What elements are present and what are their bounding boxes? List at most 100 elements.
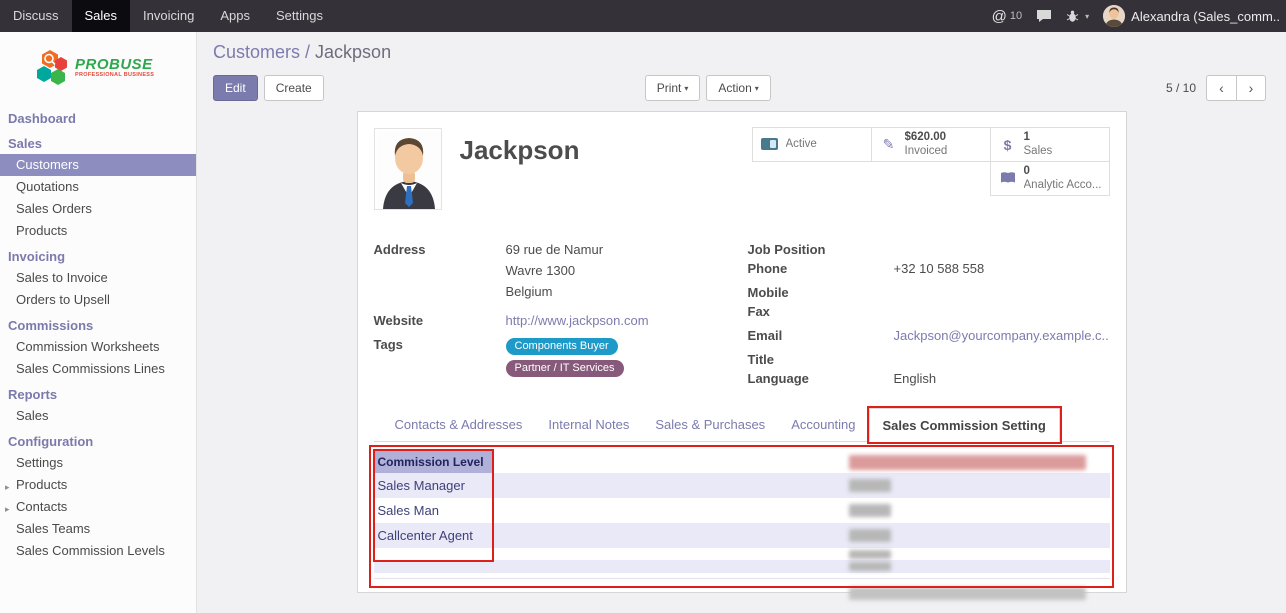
website-link[interactable]: http://www.jackpson.com bbox=[506, 313, 649, 328]
stat-sales-button[interactable]: $ 1 Sales bbox=[990, 127, 1110, 162]
tab-internal-notes[interactable]: Internal Notes bbox=[535, 408, 642, 441]
tab-sales-commission-setting[interactable]: Sales Commission Setting bbox=[869, 408, 1060, 442]
sidebar-item-orders-to-upsell[interactable]: Orders to Upsell bbox=[0, 289, 196, 311]
sidebar-section-reports: Reports bbox=[0, 380, 196, 405]
main-content: Customers / Jackpson Edit Create Print▾ … bbox=[197, 32, 1286, 613]
sidebar-item-sales-orders[interactable]: Sales Orders bbox=[0, 198, 196, 220]
stat-label: Analytic Acco... bbox=[1024, 179, 1102, 193]
stat-invoiced-button[interactable]: ✎ $620.00 Invoiced bbox=[871, 127, 991, 162]
bug-icon bbox=[1066, 10, 1079, 23]
caret-down-icon: ▾ bbox=[755, 84, 759, 93]
caret-down-icon: ▾ bbox=[1085, 12, 1089, 21]
control-panel: Customers / Jackpson Edit Create Print▾ … bbox=[197, 32, 1286, 101]
sidebar-item-config-contacts[interactable]: ▸ Contacts bbox=[0, 496, 196, 518]
address-value: 69 rue de Namur Wavre 1300 Belgium bbox=[506, 242, 604, 305]
sidebar-section-invoicing: Invoicing bbox=[0, 242, 196, 267]
email-label: Email bbox=[748, 328, 894, 344]
chevron-left-icon: ‹ bbox=[1219, 80, 1224, 96]
sidebar-item-reports-sales[interactable]: Sales bbox=[0, 405, 196, 427]
address-line: Wavre 1300 bbox=[506, 263, 604, 279]
sidebar-item-settings[interactable]: Settings bbox=[0, 452, 196, 474]
caret-down-icon: ▾ bbox=[684, 84, 688, 93]
logo-text: PROBUSE PROFESSIONAL BUSINESS bbox=[75, 57, 154, 78]
phone-label: Phone bbox=[748, 261, 894, 277]
breadcrumb: Customers / Jackpson bbox=[213, 42, 1266, 63]
sidebar-item-quotations[interactable]: Quotations bbox=[0, 176, 196, 198]
sidebar-item-sales-commissions-lines[interactable]: Sales Commissions Lines bbox=[0, 358, 196, 380]
edit-button[interactable]: Edit bbox=[213, 75, 258, 101]
debug-menu-button[interactable]: ▾ bbox=[1066, 10, 1089, 23]
sidebar-item-sales-teams[interactable]: Sales Teams bbox=[0, 518, 196, 540]
sidebar-section-commissions: Commissions bbox=[0, 311, 196, 336]
field-grid: Address 69 rue de Namur Wavre 1300 Belgi… bbox=[374, 242, 1110, 390]
app-logo[interactable]: PROBUSE PROFESSIONAL BUSINESS bbox=[0, 32, 196, 92]
pager: 5 / 10 ‹ › bbox=[1166, 75, 1266, 101]
expand-arrow-icon: ▸ bbox=[5, 479, 10, 495]
breadcrumb-customers-link[interactable]: Customers / bbox=[213, 42, 315, 62]
field-column-right: Job Position Phone +32 10 588 558 Mobile bbox=[742, 242, 1110, 390]
action-group: Print▾ Action▾ bbox=[645, 75, 771, 101]
print-dropdown[interactable]: Print▾ bbox=[645, 75, 701, 101]
sidebar-section-configuration: Configuration bbox=[0, 427, 196, 452]
title-label: Title bbox=[748, 352, 894, 368]
record-title: Jackpson bbox=[460, 135, 580, 220]
chat-bubble-icon bbox=[1036, 9, 1052, 23]
tab-contacts-addresses[interactable]: Contacts & Addresses bbox=[382, 408, 536, 441]
field-column-left: Address 69 rue de Namur Wavre 1300 Belgi… bbox=[374, 242, 742, 390]
table-row-empty bbox=[374, 548, 1110, 560]
table-row-callcenter-agent[interactable]: Callcenter Agent bbox=[374, 523, 1110, 548]
user-menu[interactable]: Alexandra (Sales_comm.. bbox=[1103, 5, 1280, 27]
redacted-value bbox=[849, 529, 891, 542]
commission-level-cell: Callcenter Agent bbox=[374, 528, 849, 543]
messages-button[interactable] bbox=[1036, 9, 1052, 23]
address-line: 69 rue de Namur bbox=[506, 242, 604, 258]
menu-settings[interactable]: Settings bbox=[263, 0, 336, 32]
sidebar-item-products[interactable]: Products bbox=[0, 220, 196, 242]
tab-accounting[interactable]: Accounting bbox=[778, 408, 868, 441]
stat-value: 1 bbox=[1024, 131, 1053, 145]
stat-analytic-accounts-button[interactable]: 0 Analytic Acco... bbox=[990, 161, 1110, 196]
table-row-sales-manager[interactable]: Sales Manager bbox=[374, 473, 1110, 498]
menu-invoicing[interactable]: Invoicing bbox=[130, 0, 207, 32]
menu-discuss[interactable]: Discuss bbox=[0, 0, 72, 32]
chevron-right-icon: › bbox=[1249, 80, 1254, 96]
stat-active-button[interactable]: Active bbox=[752, 127, 872, 162]
redacted-value bbox=[849, 479, 891, 492]
sidebar-item-customers[interactable]: Customers bbox=[0, 154, 196, 176]
table-row-sales-man[interactable]: Sales Man bbox=[374, 498, 1110, 523]
logo-subtitle: PROFESSIONAL BUSINESS bbox=[75, 72, 154, 78]
pager-previous-button[interactable]: ‹ bbox=[1206, 75, 1236, 101]
sidebar-item-config-products[interactable]: ▸ Products bbox=[0, 474, 196, 496]
button-row: Edit Create Print▾ Action▾ 5 / 10 ‹ › bbox=[213, 74, 1266, 101]
create-button[interactable]: Create bbox=[264, 75, 324, 101]
user-avatar bbox=[1103, 5, 1125, 27]
expand-arrow-icon: ▸ bbox=[5, 501, 10, 517]
breadcrumb-current: Jackpson bbox=[315, 42, 391, 62]
language-label: Language bbox=[748, 371, 894, 387]
tab-sales-purchases[interactable]: Sales & Purchases bbox=[642, 408, 778, 441]
pager-counter: 5 / 10 bbox=[1166, 81, 1196, 95]
sidebar-item-label: Contacts bbox=[16, 499, 67, 514]
address-label: Address bbox=[374, 242, 506, 305]
column-header-commission-level: Commission Level bbox=[374, 451, 493, 473]
sidebar: PROBUSE PROFESSIONAL BUSINESS Dashboard … bbox=[0, 32, 197, 613]
sidebar-item-sales-to-invoice[interactable]: Sales to Invoice bbox=[0, 267, 196, 289]
redacted-footer bbox=[849, 587, 1086, 600]
sidebar-item-label: Products bbox=[16, 477, 67, 492]
book-icon bbox=[998, 171, 1018, 187]
tag-partner-it-services: Partner / IT Services bbox=[506, 360, 624, 377]
pencil-icon: ✎ bbox=[879, 136, 899, 153]
fax-label: Fax bbox=[748, 304, 894, 320]
menu-sales[interactable]: Sales bbox=[72, 0, 131, 32]
mention-counter[interactable]: @ 10 bbox=[992, 8, 1022, 25]
pager-next-button[interactable]: › bbox=[1236, 75, 1266, 101]
action-dropdown[interactable]: Action▾ bbox=[706, 75, 770, 101]
redacted-header bbox=[849, 455, 1086, 470]
menu-apps[interactable]: Apps bbox=[207, 0, 263, 32]
print-label: Print bbox=[657, 81, 682, 95]
table-header-row: Commission Level bbox=[374, 451, 1110, 473]
table-row-empty bbox=[374, 560, 1110, 573]
sidebar-item-sales-commission-levels[interactable]: Sales Commission Levels bbox=[0, 540, 196, 562]
email-link[interactable]: Jackpson@yourcompany.example.c.. bbox=[894, 328, 1109, 343]
sidebar-item-commission-worksheets[interactable]: Commission Worksheets bbox=[0, 336, 196, 358]
